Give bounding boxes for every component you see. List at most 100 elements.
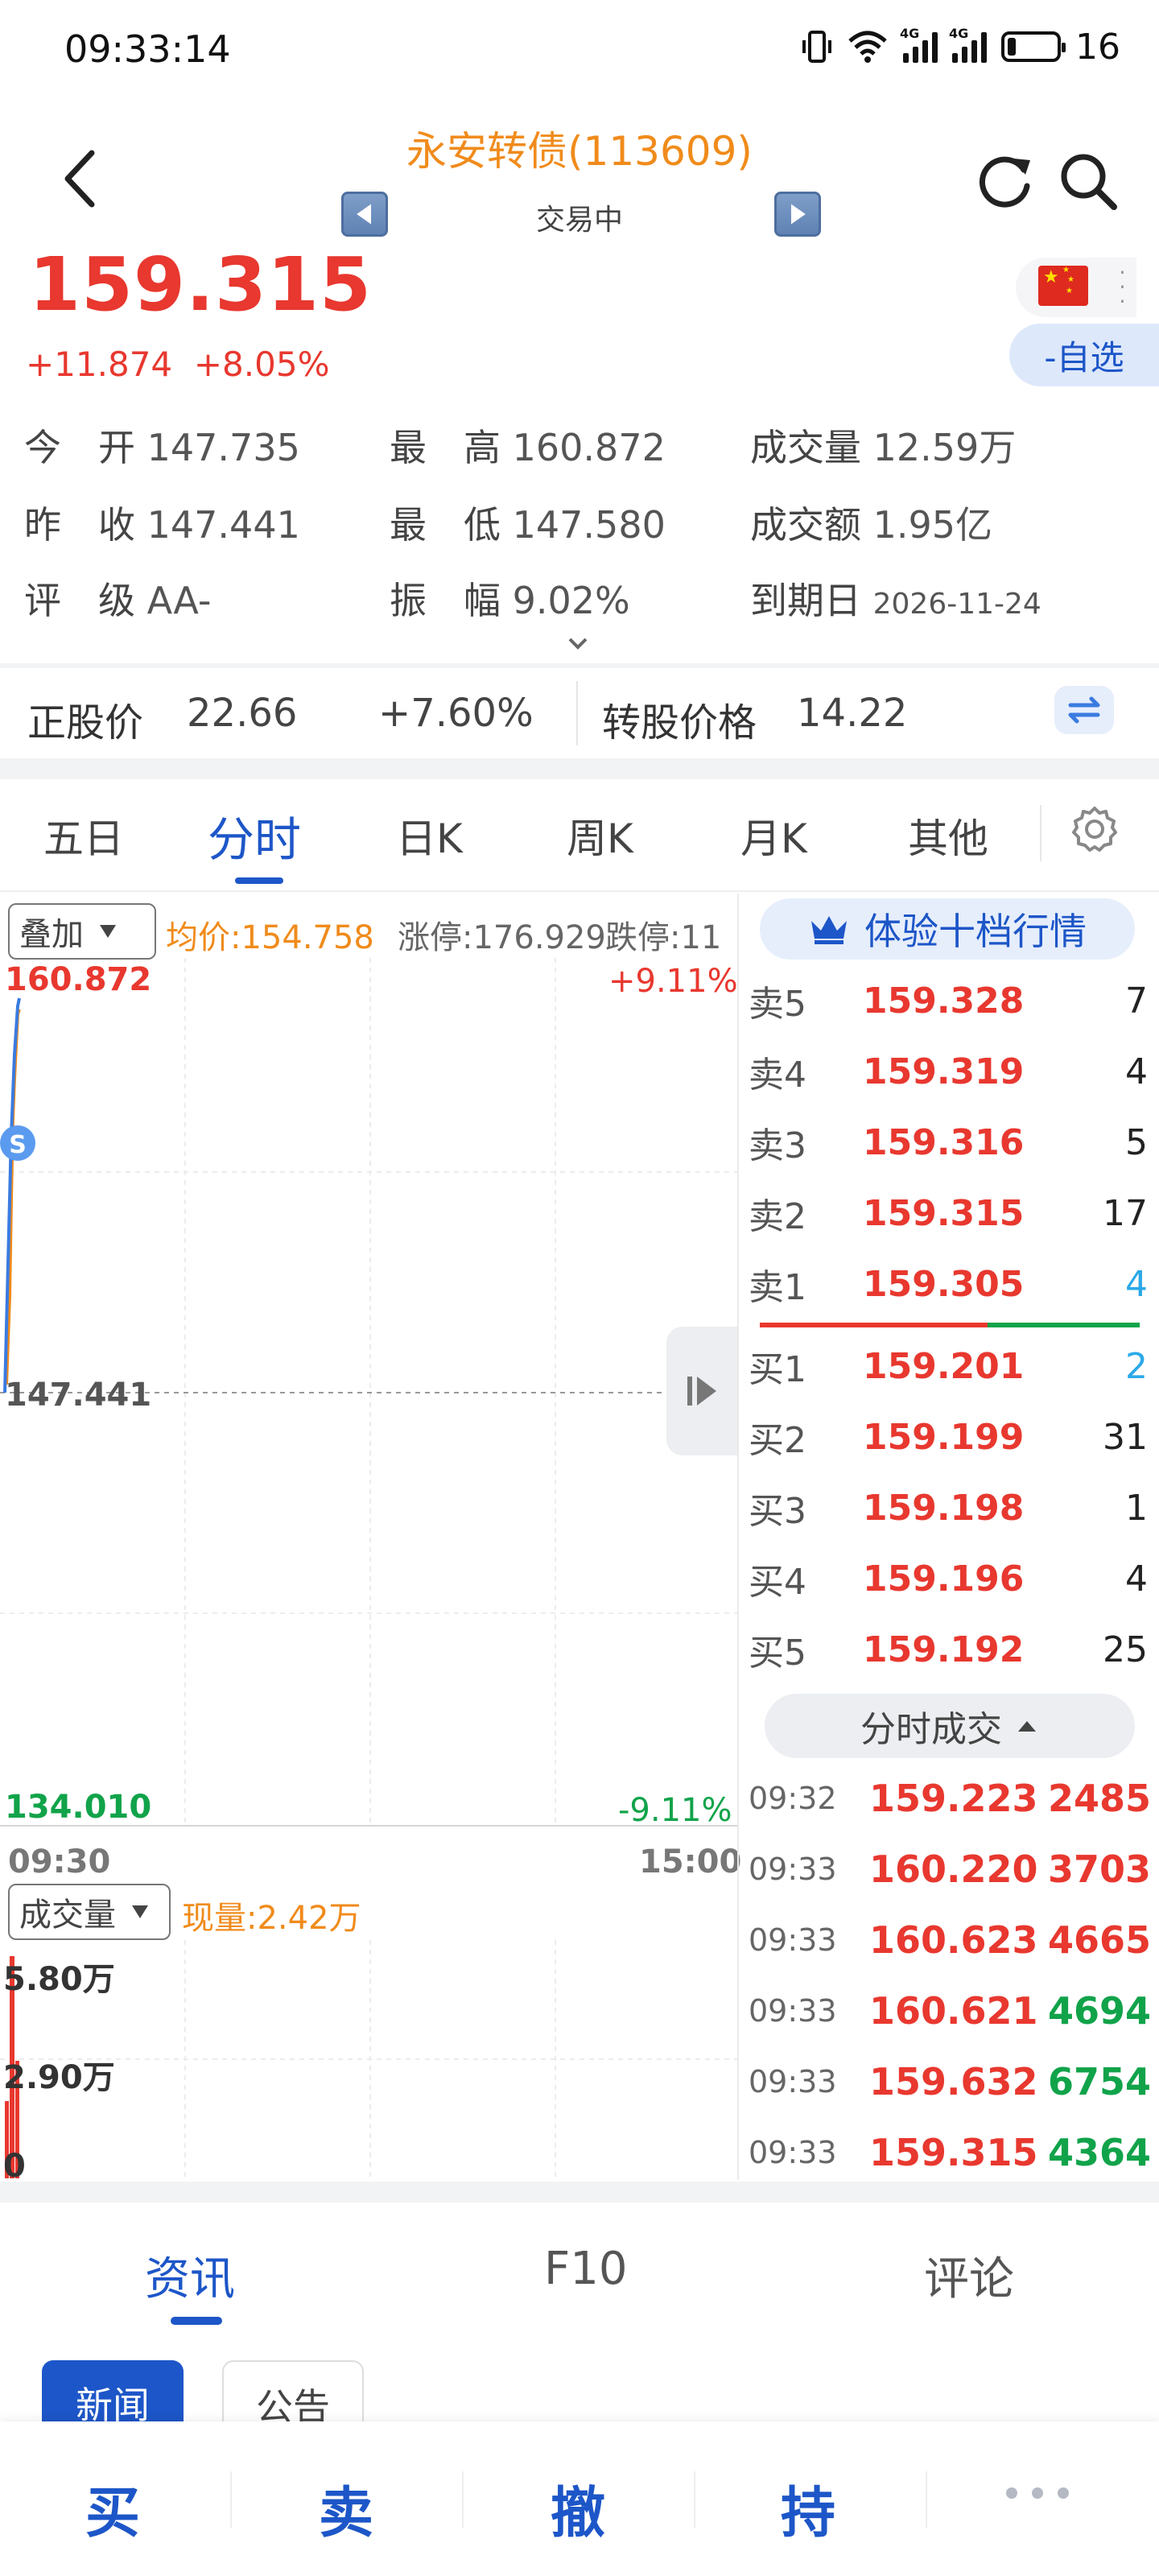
underlying-pct: +7.60% xyxy=(378,691,534,736)
stat-turnover: 成交额 1.95亿 xyxy=(750,503,993,547)
prev-security-icon[interactable] xyxy=(341,192,388,237)
conversion-price-label: 转股价格 xyxy=(602,700,757,745)
wifi-icon xyxy=(848,31,887,63)
section-divider xyxy=(0,663,1159,668)
tab-weekly-k[interactable]: 周K xyxy=(567,807,633,865)
china-flag-icon: ★ ★ ★ ★ xyxy=(1038,266,1088,306)
ask-row: 卖2 159.315 17 xyxy=(749,1192,1148,1238)
stat-open: 今 开 147.735 xyxy=(24,426,300,469)
tabs-bottom-border xyxy=(0,890,1159,892)
battery-level: 16 xyxy=(1075,26,1120,68)
time-axis-end: 15:00 xyxy=(639,1843,742,1880)
news-tab-underline xyxy=(171,2317,222,2325)
row-separator xyxy=(576,681,578,745)
trade-row: 09:33 159.315 4364 xyxy=(749,2131,1151,2174)
trade-row: 09:32 159.223 2485 xyxy=(749,1777,1151,1820)
stat-prev-close: 昨 收 147.441 xyxy=(24,503,300,547)
stat-volume: 成交量 12.59万 xyxy=(750,426,1017,469)
underlying-label: 正股价 xyxy=(27,700,144,745)
trade-row: 09:33 159.632 6754 xyxy=(749,2060,1151,2103)
bottom-separator xyxy=(926,2471,927,2528)
sell-marker-label: S xyxy=(9,1131,27,1159)
buy-button[interactable]: 买 xyxy=(85,2468,140,2548)
signal-icon-2: 4G xyxy=(949,26,987,63)
tab-daily-k[interactable]: 日K xyxy=(396,807,463,865)
pct-top: +9.11% xyxy=(608,963,738,1000)
tab-separator xyxy=(1040,805,1041,861)
ask-row: 卖1 159.305 4 xyxy=(749,1263,1148,1309)
vol-axis-zero: 0 xyxy=(3,2148,26,2185)
ask-row: 卖3 159.316 5 xyxy=(749,1121,1148,1167)
refresh-icon[interactable] xyxy=(974,149,1038,213)
section-divider-3 xyxy=(0,2182,1159,2202)
bid-row: 买5 159.192 25 xyxy=(749,1629,1148,1674)
bid-ask-ratio-bar xyxy=(760,1323,1140,1327)
tab-active-underline xyxy=(235,877,283,884)
signal-icon-1: 4G xyxy=(900,26,938,63)
tab-comments[interactable]: 评论 xyxy=(924,2243,1014,2308)
level10-quotes-button[interactable]: 体验十档行情 xyxy=(760,898,1135,960)
vol-axis-top: 5.80万 xyxy=(3,1961,115,1998)
swap-icon[interactable] xyxy=(1054,686,1114,734)
more-horizontal-icon[interactable] xyxy=(1006,2487,1069,2499)
bid-row: 买3 159.198 1 xyxy=(749,1487,1148,1533)
collapse-arrow-icon xyxy=(687,1377,716,1406)
stat-rating: 评 级 AA- xyxy=(24,579,212,622)
overlay-dropdown[interactable]: 叠加 xyxy=(8,903,156,960)
stat-maturity: 到期日 2026-11-24 xyxy=(750,579,1041,622)
collapse-panel-handle[interactable] xyxy=(666,1327,737,1455)
section-divider-2 xyxy=(0,758,1159,779)
trade-row: 09:33 160.621 4694 xyxy=(749,1989,1151,2033)
caret-up-icon xyxy=(1018,1721,1036,1732)
cancel-order-button[interactable]: 撤 xyxy=(551,2468,605,2548)
y-axis-bottom: 134.010 xyxy=(5,1789,152,1826)
trade-row: 09:33 160.623 4665 xyxy=(749,1918,1151,1962)
vol-axis-mid: 2.90万 xyxy=(3,2059,115,2096)
bid-row: 买4 159.196 4 xyxy=(749,1558,1148,1604)
bid-row: 买1 159.201 2 xyxy=(749,1345,1148,1391)
price-change: +11.874 +8.05% xyxy=(26,345,330,384)
time-axis-start: 09:30 xyxy=(8,1843,111,1880)
bottom-separator xyxy=(230,2471,232,2528)
y-axis-mid: 147.441 xyxy=(5,1377,152,1414)
crown-icon xyxy=(811,916,847,944)
status-time: 09:33:14 xyxy=(64,27,231,71)
current-volume: 现量:2.42万 xyxy=(182,1900,361,1937)
more-vertical-icon[interactable]: · · · xyxy=(1119,262,1126,313)
stat-amplitude: 振 幅 9.02% xyxy=(390,579,630,622)
battery-icon xyxy=(1001,31,1066,62)
holdings-button[interactable]: 持 xyxy=(781,2468,835,2548)
tab-five-day[interactable]: 五日 xyxy=(43,807,124,865)
bid-row: 买2 159.199 31 xyxy=(749,1416,1148,1462)
tab-intraday[interactable]: 分时 xyxy=(208,802,301,869)
status-icons: 4G 4G 16 xyxy=(802,24,1120,69)
volume-dropdown[interactable]: 成交量 xyxy=(8,1884,171,1940)
vibrate-icon xyxy=(802,31,831,63)
tab-f10[interactable]: F10 xyxy=(544,2243,627,2295)
last-price: 159.315 xyxy=(29,242,373,328)
expand-chevron-icon[interactable] xyxy=(563,634,592,654)
ask-row: 卖4 159.319 4 xyxy=(749,1051,1148,1096)
avg-price-label: 均价:154.758 xyxy=(166,919,374,956)
tab-monthly-k[interactable]: 月K xyxy=(740,807,807,865)
tab-news[interactable]: 资讯 xyxy=(145,2243,235,2308)
next-security-icon[interactable] xyxy=(774,192,821,237)
gear-icon[interactable] xyxy=(1067,802,1122,857)
y-axis-top: 160.872 xyxy=(5,961,152,998)
limit-down-label: 跌停:11 xyxy=(605,919,722,956)
search-icon[interactable] xyxy=(1056,149,1120,213)
stat-low: 最 低 147.580 xyxy=(390,503,666,547)
sell-button[interactable]: 卖 xyxy=(319,2468,373,2548)
remove-watchlist-button[interactable]: -自选 xyxy=(1009,324,1159,386)
bottom-separator xyxy=(462,2471,464,2528)
limit-up-label: 涨停:176.929 xyxy=(398,919,606,956)
ask-row: 卖5 159.328 7 xyxy=(749,980,1148,1026)
bottom-separator xyxy=(694,2471,695,2528)
trade-row: 09:33 160.220 3703 xyxy=(749,1847,1151,1891)
stat-high: 最 高 160.872 xyxy=(390,426,666,469)
conversion-price: 14.22 xyxy=(797,691,908,736)
underlying-price: 22.66 xyxy=(187,691,298,736)
pct-bottom: -9.11% xyxy=(618,1792,732,1829)
tab-other[interactable]: 其他 xyxy=(908,807,988,865)
tick-trades-toggle[interactable]: 分时成交 xyxy=(765,1694,1135,1758)
